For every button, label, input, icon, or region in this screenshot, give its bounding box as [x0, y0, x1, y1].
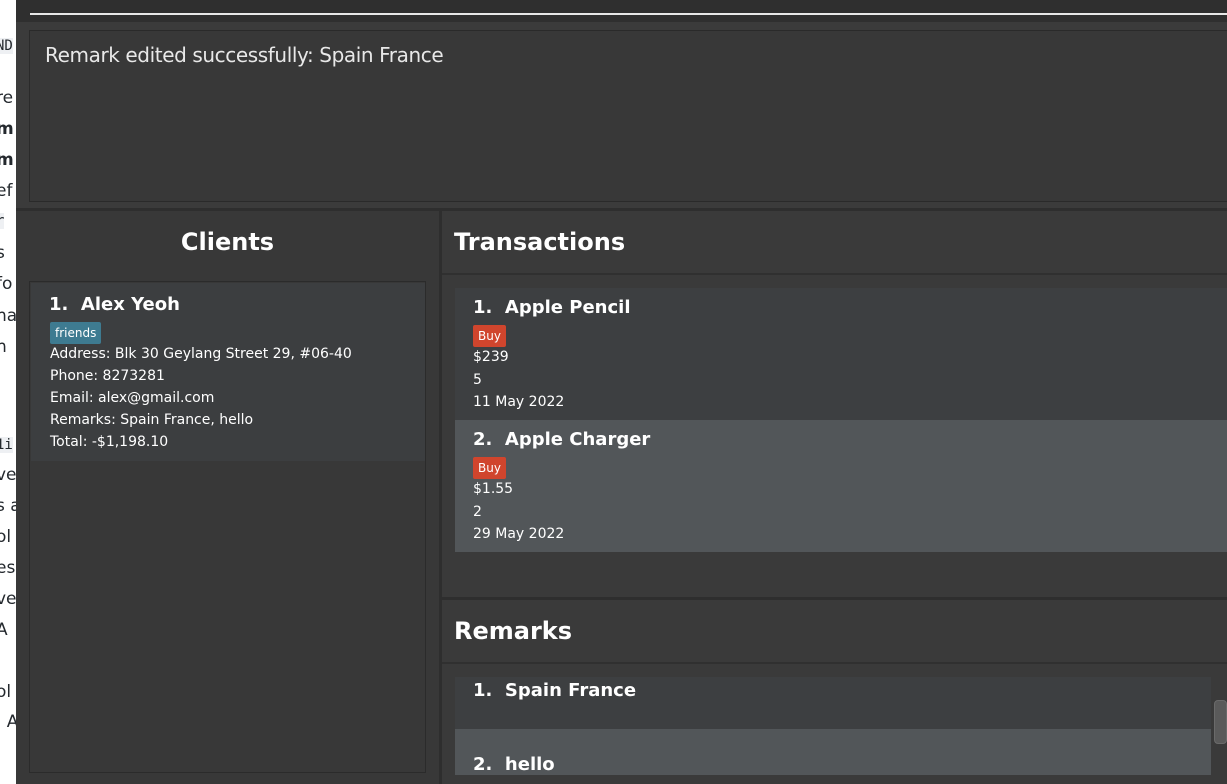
background-text-fragment: m	[0, 119, 14, 139]
transactions-panel: Transactions 1. Apple Pencil Buy $239 5 …	[442, 211, 1227, 597]
transaction-price: $1.55	[473, 481, 514, 497]
app-window: Remark edited successfully: Spain France…	[16, 0, 1227, 784]
remarks-header-rule	[442, 662, 1227, 664]
background-document-window: ND re m m ef r s fo na n 1i ve s a ol es…	[0, 0, 16, 784]
transaction-index: 2.	[473, 429, 493, 450]
client-name: Alex Yeoh	[80, 294, 180, 315]
background-text-fragment: ol	[0, 527, 12, 547]
transaction-date: 11 May 2022	[473, 394, 565, 410]
client-phone: Phone: 8273281	[50, 368, 165, 384]
remark-index: 1.	[473, 680, 493, 701]
client-tag: friends	[50, 322, 102, 344]
transaction-index: 1.	[473, 297, 493, 318]
client-address: Address: Blk 30 Geylang Street 29, #06-4…	[50, 346, 352, 362]
background-text-fragment: ve	[0, 589, 16, 609]
remark-title: 2. hello	[473, 754, 555, 775]
client-card[interactable]: 1. Alex Yeoh friends Address: Blk 30 Gey…	[31, 283, 425, 461]
background-text-fragment: ef	[0, 181, 13, 201]
background-text-fragment: 1i	[0, 437, 13, 453]
background-text-fragment: ND	[0, 38, 13, 54]
command-input-underline	[30, 13, 1227, 15]
background-text-fragment: na	[0, 306, 16, 326]
buy-tag: Buy	[473, 325, 506, 347]
remark-item[interactable]: 1. Spain France	[455, 677, 1211, 729]
transaction-quantity: 5	[473, 372, 482, 388]
client-index: 1.	[49, 294, 69, 315]
transaction-price: $239	[473, 349, 509, 365]
result-display: Remark edited successfully: Spain France	[29, 30, 1227, 202]
transaction-title: 1. Apple Pencil	[473, 297, 631, 318]
background-text-fragment: s a	[0, 496, 16, 516]
transaction-title: 2. Apple Charger	[473, 429, 650, 450]
client-remarks: Remarks: Spain France, hello	[50, 412, 254, 428]
client-email: Email: alex@gmail.com	[50, 390, 215, 406]
command-box[interactable]	[16, 0, 1227, 22]
transaction-name: Apple Charger	[504, 429, 651, 450]
background-text-fragment: esu	[0, 558, 16, 578]
transactions-header-rule	[442, 273, 1227, 275]
buy-tag: Buy	[473, 457, 506, 479]
remark-index: 2.	[473, 754, 493, 775]
clients-panel: Clients 1. Alex Yeoh friends Address: Bl…	[16, 211, 439, 784]
client-list[interactable]: 1. Alex Yeoh friends Address: Blk 30 Gey…	[29, 281, 426, 773]
remarks-title: Remarks	[454, 617, 573, 645]
background-text-fragment: s	[0, 243, 5, 263]
background-text-fragment: n	[0, 337, 7, 357]
result-message: Remark edited successfully: Spain France	[45, 43, 444, 67]
background-text-fragment: m	[0, 150, 14, 170]
background-text-fragment: r	[0, 213, 5, 229]
background-text-fragment: fo	[0, 274, 13, 294]
background-text-fragment: ve	[0, 465, 16, 485]
remarks-panel: Remarks 1. Spain France 2. hello	[442, 600, 1227, 784]
remark-item[interactable]: 2. hello	[455, 729, 1211, 775]
remarks-scrollbar[interactable]	[1214, 700, 1227, 744]
transaction-name: Apple Pencil	[504, 297, 631, 318]
transaction-card-selected[interactable]: 2. Apple Charger Buy $1.55 2 29 May 2022	[455, 420, 1227, 552]
transaction-quantity: 2	[473, 504, 482, 520]
transaction-card[interactable]: 1. Apple Pencil Buy $239 5 11 May 2022	[455, 288, 1227, 420]
client-title: 1. Alex Yeoh	[49, 294, 180, 315]
background-text-fragment: A	[0, 620, 8, 640]
clients-title: Clients	[180, 228, 275, 256]
background-text-fragment: re	[0, 88, 14, 108]
background-text-fragment: ol	[0, 682, 12, 702]
transaction-date: 29 May 2022	[473, 526, 565, 542]
remark-text: hello	[504, 754, 555, 775]
remark-title: 1. Spain France	[473, 680, 636, 701]
background-text-fragment: . A	[0, 712, 16, 732]
transactions-title: Transactions	[454, 228, 626, 256]
client-total: Total: -$1,198.10	[50, 434, 169, 450]
remark-text: Spain France	[504, 680, 637, 701]
